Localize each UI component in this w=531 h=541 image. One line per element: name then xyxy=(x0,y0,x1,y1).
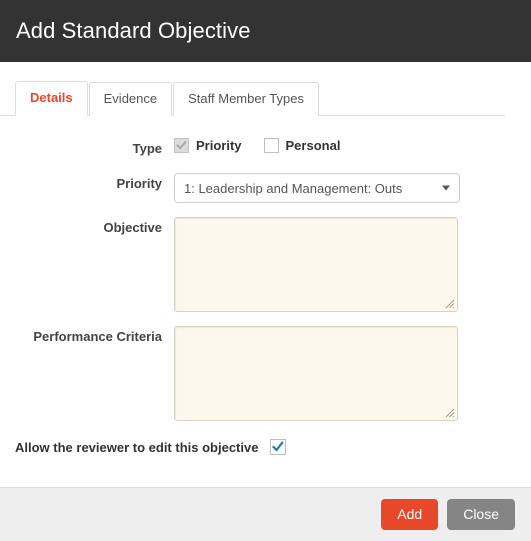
type-field: Priority Personal xyxy=(174,138,516,153)
check-icon xyxy=(272,441,285,452)
performance-criteria-textarea[interactable] xyxy=(174,326,458,421)
performance-criteria-label: Performance Criteria xyxy=(33,329,162,344)
priority-label: Priority xyxy=(116,176,162,191)
priority-checkbox-label: Priority xyxy=(196,138,242,153)
personal-checkbox-label: Personal xyxy=(285,138,341,153)
resize-handle-icon[interactable] xyxy=(445,408,455,418)
tab-details[interactable]: Details xyxy=(15,81,88,116)
form-row-priority: Priority 1: Leadership and Management: O… xyxy=(15,173,516,203)
allow-reviewer-checkbox[interactable] xyxy=(270,439,287,455)
dialog-header: Add Standard Objective xyxy=(0,0,531,62)
dialog-footer: Add Close xyxy=(0,487,531,541)
form-row-performance-criteria: Performance Criteria xyxy=(15,326,516,421)
priority-checkbox[interactable] xyxy=(174,138,189,153)
personal-checkbox[interactable] xyxy=(263,138,279,153)
details-form: Type Priority Personal Priority 1: Leade… xyxy=(0,116,531,421)
dialog-body: Details Evidence Staff Member Types Type… xyxy=(0,62,531,487)
tab-staff-member-types[interactable]: Staff Member Types xyxy=(173,82,319,116)
objective-field xyxy=(174,217,516,312)
allow-reviewer-label: Allow the reviewer to edit this objectiv… xyxy=(15,439,259,455)
performance-criteria-field xyxy=(174,326,516,421)
add-standard-objective-dialog: Add Standard Objective Details Evidence … xyxy=(0,0,531,541)
type-label: Type xyxy=(132,141,162,156)
tab-evidence[interactable]: Evidence xyxy=(88,82,173,116)
priority-select-wrapper: 1: Leadership and Management: Outs xyxy=(174,173,460,203)
allow-reviewer-row: Allow the reviewer to edit this objectiv… xyxy=(0,435,531,455)
priority-field: 1: Leadership and Management: Outs xyxy=(174,173,516,203)
dialog-title: Add Standard Objective xyxy=(16,18,251,43)
priority-select[interactable]: 1: Leadership and Management: Outs xyxy=(174,173,460,203)
objective-textarea[interactable] xyxy=(174,217,458,312)
check-icon xyxy=(176,140,187,150)
form-row-objective: Objective xyxy=(15,217,516,312)
add-button[interactable]: Add xyxy=(381,499,439,530)
resize-handle-icon[interactable] xyxy=(445,299,455,309)
objective-label: Objective xyxy=(103,220,162,235)
tab-bar: Details Evidence Staff Member Types xyxy=(0,80,505,116)
close-button[interactable]: Close xyxy=(447,499,515,530)
form-row-type: Type Priority Personal xyxy=(15,138,516,159)
